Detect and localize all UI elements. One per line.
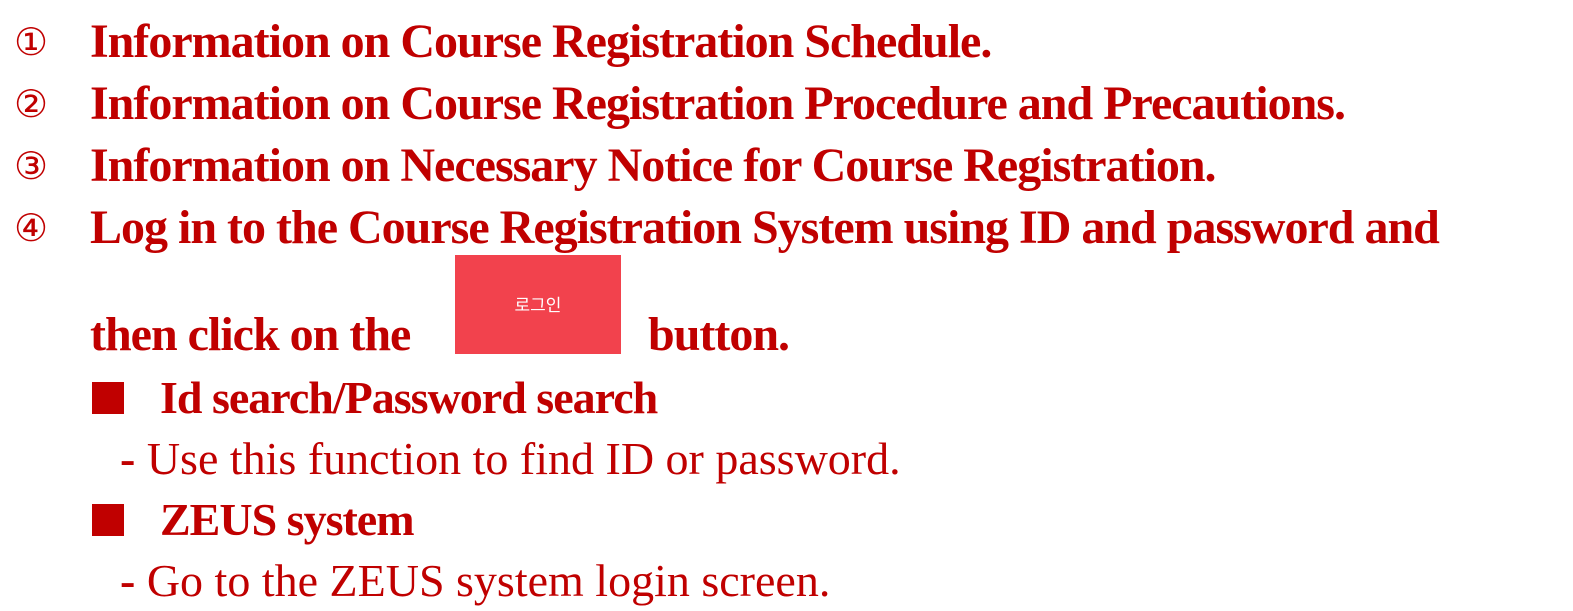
section-title-id-search: Id search/Password search	[160, 372, 658, 423]
step-4-continuation-before: then click on the	[90, 308, 411, 361]
square-bullet-icon	[92, 504, 124, 536]
dash-marker: -	[120, 433, 136, 484]
step-1-marker: ①	[14, 20, 48, 64]
description-text: Use this function to find ID or password…	[146, 433, 901, 484]
login-button-label: 로그인	[514, 296, 562, 316]
description-text: Go to the ZEUS system login screen.	[146, 555, 831, 606]
dash-marker: -	[120, 555, 136, 606]
square-bullet-icon	[92, 382, 124, 414]
section-description-id-search: - Use this function to find ID or passwo…	[120, 429, 901, 489]
step-3-marker: ③	[14, 144, 48, 188]
section-description-zeus-system: - Go to the ZEUS system login screen.	[120, 551, 830, 611]
step-2-marker: ②	[14, 82, 48, 126]
step-4-text: Log in to the Course Registration System…	[90, 201, 1440, 254]
section-title-zeus-system: ZEUS system	[160, 494, 415, 545]
login-button[interactable]: 로그인	[455, 255, 621, 354]
step-4-continuation-after: button.	[648, 308, 790, 361]
step-3-text: Information on Necessary Notice for Cour…	[90, 139, 1217, 192]
step-4-marker: ④	[14, 206, 48, 250]
step-1-text: Information on Course Registration Sched…	[90, 15, 992, 68]
step-2-text: Information on Course Registration Proce…	[90, 77, 1346, 130]
